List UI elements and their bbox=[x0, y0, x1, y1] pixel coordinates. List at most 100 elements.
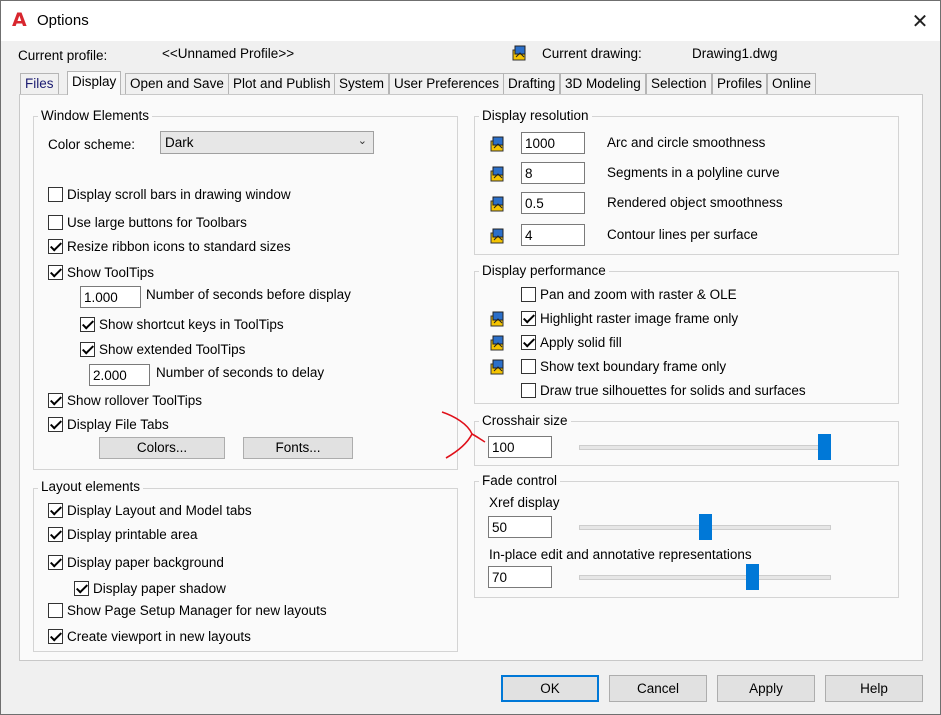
create-viewport-label: Create viewport in new layouts bbox=[67, 629, 251, 644]
rendered-smoothness-label: Rendered object smoothness bbox=[607, 195, 783, 210]
xref-slider-thumb[interactable] bbox=[698, 514, 712, 540]
polyline-segments-label: Segments in a polyline curve bbox=[607, 165, 780, 180]
tab-online[interactable]: Online bbox=[767, 73, 817, 94]
show-shortcut-keys-checkbox[interactable] bbox=[80, 317, 95, 332]
use-large-buttons-checkbox[interactable] bbox=[48, 215, 63, 230]
current-profile-value: <<Unnamed Profile>> bbox=[162, 46, 295, 61]
drawing-saved-icon bbox=[490, 335, 504, 351]
chevron-down-icon: ⌄ bbox=[357, 135, 367, 147]
pan-zoom-raster-label: Pan and zoom with raster & OLE bbox=[540, 287, 737, 302]
crosshair-size-input[interactable]: 100 bbox=[488, 436, 552, 458]
display-paper-shadow-checkbox[interactable] bbox=[74, 581, 89, 596]
arc-smoothness-label: Arc and circle smoothness bbox=[607, 135, 766, 150]
colors-button[interactable]: Colors... bbox=[99, 437, 225, 459]
resize-ribbon-icons-label: Resize ribbon icons to standard sizes bbox=[67, 239, 291, 254]
xref-display-label: Xref display bbox=[489, 495, 560, 510]
tab-3d-modeling[interactable]: 3D Modeling bbox=[560, 73, 646, 94]
tab-files[interactable]: Files bbox=[20, 73, 59, 94]
xref-display-input[interactable]: 50 bbox=[488, 516, 552, 538]
display-printable-area-checkbox[interactable] bbox=[48, 527, 63, 542]
text-boundary-frame-checkbox[interactable] bbox=[521, 359, 536, 374]
drawing-saved-icon bbox=[490, 228, 504, 244]
display-scroll-bars-label: Display scroll bars in drawing window bbox=[67, 187, 291, 202]
window-elements-title: Window Elements bbox=[38, 108, 153, 123]
show-extended-tooltips-label: Show extended ToolTips bbox=[99, 342, 246, 357]
tab-plot-and-publish[interactable]: Plot and Publish bbox=[228, 73, 336, 94]
true-silhouettes-checkbox[interactable] bbox=[521, 383, 536, 398]
show-tooltips-checkbox[interactable] bbox=[48, 265, 63, 280]
display-scroll-bars-checkbox[interactable] bbox=[48, 187, 63, 202]
show-tooltips-label: Show ToolTips bbox=[67, 265, 155, 280]
resize-ribbon-icons-checkbox[interactable] bbox=[48, 239, 63, 254]
display-printable-area-label: Display printable area bbox=[67, 527, 198, 542]
drawing-icon bbox=[512, 45, 526, 61]
create-viewport-checkbox[interactable] bbox=[48, 629, 63, 644]
display-file-tabs-label: Display File Tabs bbox=[67, 417, 169, 432]
color-scheme-label: Color scheme: bbox=[48, 137, 136, 152]
seconds-before-display-input[interactable]: 1.000 bbox=[80, 286, 141, 308]
tab-user-preferences[interactable]: User Preferences bbox=[389, 73, 505, 94]
pan-zoom-raster-checkbox[interactable] bbox=[521, 287, 536, 302]
close-icon[interactable]: ✕ bbox=[908, 9, 932, 33]
text-boundary-frame-label: Show text boundary frame only bbox=[540, 359, 727, 374]
seconds-to-delay-input[interactable]: 2.000 bbox=[89, 364, 150, 386]
apply-button[interactable]: Apply bbox=[717, 675, 815, 702]
color-scheme-select[interactable]: Dark ⌄ bbox=[160, 131, 374, 154]
ok-button[interactable]: OK bbox=[501, 675, 599, 702]
arc-smoothness-input[interactable]: 1000 bbox=[521, 132, 585, 154]
polyline-segments-input[interactable]: 8 bbox=[521, 162, 585, 184]
display-resolution-title: Display resolution bbox=[479, 108, 592, 123]
inplace-edit-input[interactable]: 70 bbox=[488, 566, 552, 588]
contour-lines-label: Contour lines per surface bbox=[607, 227, 758, 242]
crosshair-slider-thumb[interactable] bbox=[818, 434, 831, 460]
seconds-before-display-label: Number of seconds before display bbox=[146, 287, 351, 302]
show-page-setup-manager-checkbox[interactable] bbox=[48, 603, 63, 618]
use-large-buttons-label: Use large buttons for Toolbars bbox=[67, 215, 247, 230]
current-drawing-value: Drawing1.dwg bbox=[692, 46, 778, 61]
fonts-button[interactable]: Fonts... bbox=[243, 437, 353, 459]
seconds-to-delay-label: Number of seconds to delay bbox=[156, 365, 325, 380]
display-paper-shadow-label: Display paper shadow bbox=[93, 581, 226, 596]
contour-lines-input[interactable]: 4 bbox=[521, 224, 585, 246]
drawing-saved-icon bbox=[490, 311, 504, 327]
autocad-logo-icon: A bbox=[12, 9, 27, 31]
dialog-title: Options bbox=[37, 12, 89, 29]
highlight-raster-frame-checkbox[interactable] bbox=[521, 311, 536, 326]
help-button[interactable]: Help bbox=[825, 675, 923, 702]
show-rollover-tooltips-checkbox[interactable] bbox=[48, 393, 63, 408]
true-silhouettes-label: Draw true silhouettes for solids and sur… bbox=[540, 383, 806, 398]
display-paper-background-label: Display paper background bbox=[67, 555, 224, 570]
tab-open-and-save[interactable]: Open and Save bbox=[125, 73, 229, 94]
crosshair-size-title: Crosshair size bbox=[479, 413, 571, 428]
current-profile-label: Current profile: bbox=[18, 48, 108, 63]
tab-profiles[interactable]: Profiles bbox=[712, 73, 768, 94]
tab-drafting[interactable]: Drafting bbox=[503, 73, 561, 94]
show-extended-tooltips-checkbox[interactable] bbox=[80, 342, 95, 357]
tab-selection[interactable]: Selection bbox=[646, 73, 712, 94]
drawing-saved-icon bbox=[490, 359, 504, 375]
drawing-saved-icon bbox=[490, 196, 504, 212]
layout-elements-title: Layout elements bbox=[38, 479, 144, 494]
show-shortcut-keys-label: Show shortcut keys in ToolTips bbox=[99, 317, 284, 332]
display-layout-model-tabs-label: Display Layout and Model tabs bbox=[67, 503, 252, 518]
display-paper-background-checkbox[interactable] bbox=[48, 555, 63, 570]
inplace-slider-track[interactable] bbox=[579, 575, 831, 580]
apply-solid-fill-label: Apply solid fill bbox=[540, 335, 622, 350]
title-bar: A Options ✕ bbox=[1, 1, 940, 41]
show-page-setup-manager-label: Show Page Setup Manager for new layouts bbox=[67, 603, 327, 618]
crosshair-slider-track[interactable] bbox=[579, 445, 831, 450]
highlight-raster-frame-label: Highlight raster image frame only bbox=[540, 311, 739, 326]
red-annotation-mark bbox=[441, 411, 486, 459]
display-file-tabs-checkbox[interactable] bbox=[48, 417, 63, 432]
display-layout-model-tabs-checkbox[interactable] bbox=[48, 503, 63, 518]
display-performance-title: Display performance bbox=[479, 263, 609, 278]
inplace-slider-thumb[interactable] bbox=[746, 564, 760, 590]
rendered-smoothness-input[interactable]: 0.5 bbox=[521, 192, 585, 214]
tab-system[interactable]: System bbox=[334, 73, 390, 94]
color-scheme-value: Dark bbox=[165, 135, 194, 150]
apply-solid-fill-checkbox[interactable] bbox=[521, 335, 536, 350]
show-rollover-tooltips-label: Show rollover ToolTips bbox=[67, 393, 203, 408]
fade-control-title: Fade control bbox=[479, 473, 561, 488]
cancel-button[interactable]: Cancel bbox=[609, 675, 707, 702]
tab-display[interactable]: Display bbox=[67, 71, 122, 95]
